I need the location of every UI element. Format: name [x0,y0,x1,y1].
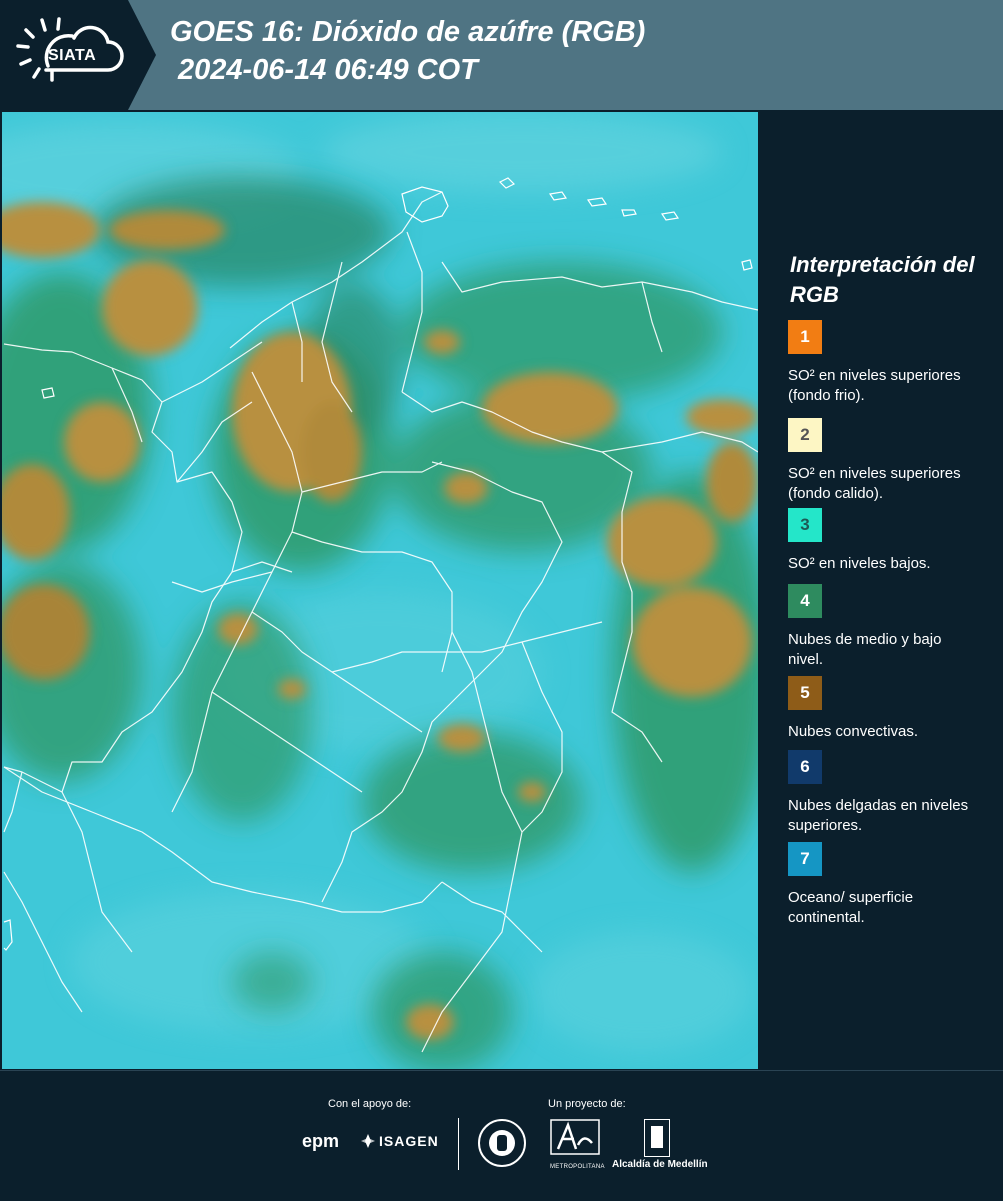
epm-logo: epm [302,1131,340,1151]
alcaldia-medellin-text: Alcaldía de Medellín [612,1159,708,1170]
legend-panel: Interpretación del RGB 1 SO² en niveles … [760,112,1003,1069]
legend-swatch-4: 4 [788,584,822,618]
legend-label-7: Oceano/ superficie continental. [788,889,914,926]
legend-label-6: Nubes delgadas en niveles superiores. [788,797,969,834]
header-bar: SIATA GOES 16: Dióxido de azúfre (RGB) 2… [0,0,1003,110]
legend-swatch-1: 1 [788,320,822,354]
medellin-shield-icon [644,1119,670,1157]
legend-item-3: 3 SO² en niveles bajos. [788,508,998,574]
siata-logo-text: SIATA [48,47,97,64]
area-metropolitana-logo: METROPOLITANA [550,1119,605,1171]
legend-item-5: 5 Nubes convectivas. [788,676,998,742]
legend-label-4: Nubes de medio y bajo nivel. [788,631,942,668]
area-metropolitana-text: METROPOLITANA [550,1164,605,1170]
legend-item-7: 7 Oceano/ superficie continental. [788,842,998,928]
footer: Con el apoyo de: Un proyecto de: epm ISA… [0,1070,1003,1201]
legend-label-3: SO² en niveles bajos. [788,555,931,572]
legend-swatch-7: 7 [788,842,822,876]
siata-logo: SIATA [0,0,128,110]
legend-item-1: 1 SO² en niveles superiores (fondo frio)… [788,320,998,406]
project-label: Un proyecto de: [548,1098,626,1110]
page-title: GOES 16: Dióxido de azúfre (RGB) [170,16,646,48]
legend-item-2: 2 SO² en niveles superiores (fondo calid… [788,418,998,504]
isagen-mark-icon [360,1133,376,1149]
legend-item-6: 6 Nubes delgadas en niveles superiores. [788,750,998,836]
logo-arrow-shape [128,0,156,110]
legend-swatch-3: 3 [788,508,822,542]
footer-divider [458,1118,459,1170]
legend-swatch-5: 5 [788,676,822,710]
legend-swatch-2: 2 [788,418,822,452]
legend-label-2: SO² en niveles superiores (fondo calido)… [788,465,961,502]
isagen-logo: ISAGEN [379,1133,439,1149]
timestamp: 2024-06-14 06:49 COT [178,54,478,86]
map-canvas [2,112,758,1069]
area-script-icon [550,1119,600,1155]
legend-item-4: 4 Nubes de medio y bajo nivel. [788,584,998,670]
legend-swatch-6: 6 [788,750,822,784]
seal-icon [478,1119,526,1167]
satellite-map[interactable] [2,112,758,1069]
legend-title: Interpretación del RGB [790,252,975,307]
legend-label-5: Nubes convectivas. [788,723,919,740]
legend-label-1: SO² en niveles superiores (fondo frio). [788,367,961,404]
support-label: Con el apoyo de: [328,1098,412,1110]
